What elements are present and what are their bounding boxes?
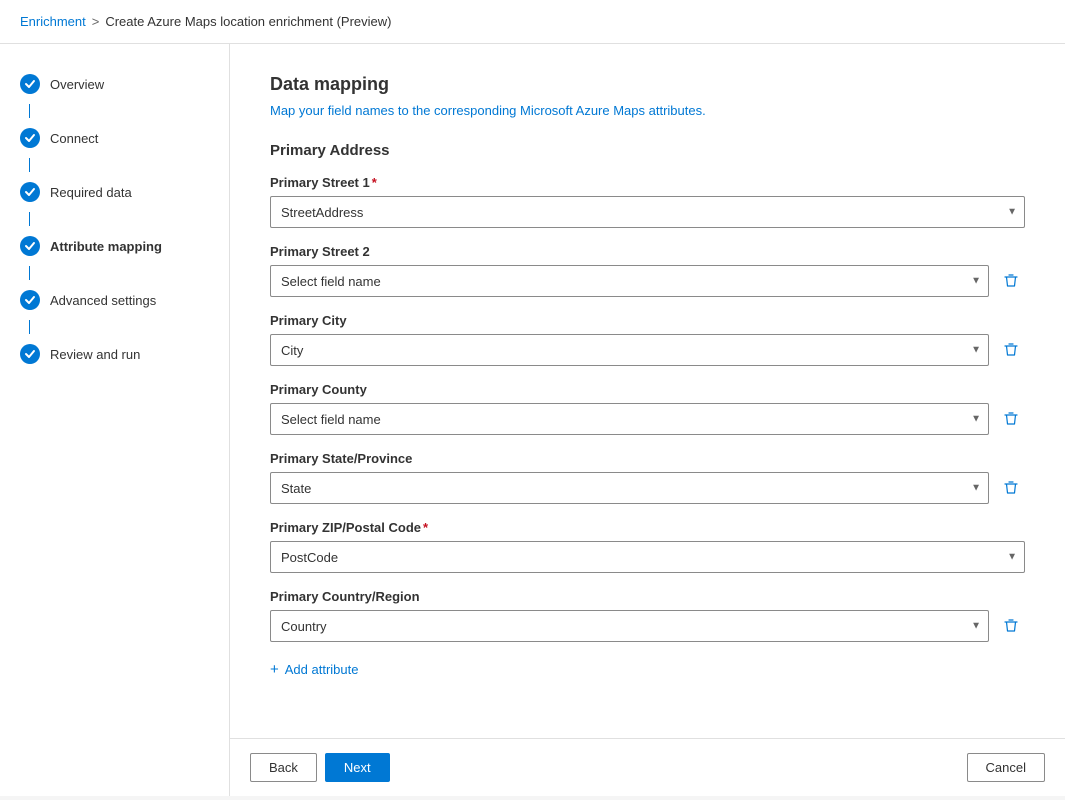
content-scroll: Data mapping Map your field names to the… (230, 44, 1065, 738)
sidebar-advanced-settings-label: Advanced settings (50, 293, 156, 308)
select-primary-street-1[interactable]: StreetAddress (270, 196, 1025, 228)
label-primary-street-1: Primary Street 1 * (270, 175, 1025, 190)
select-wrapper-primary-zip: PostCode ▼ (270, 541, 1025, 573)
delete-primary-city-button[interactable] (997, 336, 1025, 364)
sidebar-item-required-data[interactable]: Required data (0, 172, 229, 212)
footer: Back Next Cancel (230, 738, 1065, 796)
sidebar-item-connect[interactable]: Connect (0, 118, 229, 158)
field-row-primary-county: Select field name ▼ (270, 403, 1025, 435)
select-wrapper-primary-country: Country ▼ (270, 610, 989, 642)
select-primary-city[interactable]: City (270, 334, 989, 366)
field-primary-street-1: Primary Street 1 * StreetAddress ▼ (270, 175, 1025, 228)
field-primary-country: Primary Country/Region Country ▼ (270, 589, 1025, 642)
required-data-check-icon (20, 182, 40, 202)
breadcrumb-parent[interactable]: Enrichment (20, 14, 86, 29)
field-primary-county: Primary County Select field name ▼ (270, 382, 1025, 435)
breadcrumb: Enrichment > Create Azure Maps location … (0, 0, 1065, 44)
field-primary-state: Primary State/Province State ▼ (270, 451, 1025, 504)
select-wrapper-primary-city: City ▼ (270, 334, 989, 366)
sidebar-overview-label: Overview (50, 77, 104, 92)
select-wrapper-primary-county: Select field name ▼ (270, 403, 989, 435)
advanced-settings-check-icon (20, 290, 40, 310)
field-row-primary-city: City ▼ (270, 334, 1025, 366)
field-row-primary-state: State ▼ (270, 472, 1025, 504)
attribute-mapping-check-icon (20, 236, 40, 256)
cancel-button[interactable]: Cancel (967, 753, 1045, 782)
select-primary-county[interactable]: Select field name (270, 403, 989, 435)
review-run-check-icon (20, 344, 40, 364)
field-row-primary-country: Country ▼ (270, 610, 1025, 642)
sidebar-required-data-label: Required data (50, 185, 132, 200)
label-primary-street-2: Primary Street 2 (270, 244, 1025, 259)
plus-icon: + (270, 662, 279, 677)
label-primary-zip: Primary ZIP/Postal Code * (270, 520, 1025, 535)
content-area: Data mapping Map your field names to the… (230, 44, 1065, 796)
connect-check-icon (20, 128, 40, 148)
label-primary-state: Primary State/Province (270, 451, 1025, 466)
add-attribute-label: Add attribute (285, 662, 359, 677)
delete-primary-street-2-button[interactable] (997, 267, 1025, 295)
required-marker-1: * (372, 175, 377, 190)
sidebar-item-advanced-settings[interactable]: Advanced settings (0, 280, 229, 320)
field-row-primary-zip: PostCode ▼ (270, 541, 1025, 573)
primary-address-title: Primary Address (270, 142, 1025, 159)
main-layout: Overview Connect Required data Attribute… (0, 44, 1065, 796)
field-row-primary-street-2: Select field name ▼ (270, 265, 1025, 297)
field-primary-city: Primary City City ▼ (270, 313, 1025, 366)
sidebar-connector-5 (29, 320, 30, 334)
sidebar-review-run-label: Review and run (50, 347, 140, 362)
back-button[interactable]: Back (250, 753, 317, 782)
field-primary-street-2: Primary Street 2 Select field name ▼ (270, 244, 1025, 297)
delete-primary-state-button[interactable] (997, 474, 1025, 502)
label-primary-county: Primary County (270, 382, 1025, 397)
select-primary-country[interactable]: Country (270, 610, 989, 642)
label-primary-city: Primary City (270, 313, 1025, 328)
delete-primary-county-button[interactable] (997, 405, 1025, 433)
footer-left-buttons: Back Next (250, 753, 390, 782)
add-attribute-button[interactable]: + Add attribute (270, 658, 358, 681)
select-primary-state[interactable]: State (270, 472, 989, 504)
page-title: Data mapping (270, 74, 1025, 95)
select-wrapper-primary-state: State ▼ (270, 472, 989, 504)
field-row-primary-street-1: StreetAddress ▼ (270, 196, 1025, 228)
sidebar-item-review-and-run[interactable]: Review and run (0, 334, 229, 374)
sidebar-connector-2 (29, 158, 30, 172)
sidebar-connect-label: Connect (50, 131, 98, 146)
sidebar-connector-1 (29, 104, 30, 118)
breadcrumb-separator: > (92, 14, 100, 29)
sidebar-item-overview[interactable]: Overview (0, 64, 229, 104)
required-marker-zip: * (423, 520, 428, 535)
select-wrapper-primary-street-2: Select field name ▼ (270, 265, 989, 297)
sidebar-connector-4 (29, 266, 30, 280)
sidebar-connector-3 (29, 212, 30, 226)
field-primary-zip: Primary ZIP/Postal Code * PostCode ▼ (270, 520, 1025, 573)
breadcrumb-current: Create Azure Maps location enrichment (P… (105, 14, 391, 29)
select-wrapper-primary-street-1: StreetAddress ▼ (270, 196, 1025, 228)
delete-primary-country-button[interactable] (997, 612, 1025, 640)
sidebar: Overview Connect Required data Attribute… (0, 44, 230, 796)
select-primary-zip[interactable]: PostCode (270, 541, 1025, 573)
label-primary-country: Primary Country/Region (270, 589, 1025, 604)
overview-check-icon (20, 74, 40, 94)
page-description: Map your field names to the correspondin… (270, 103, 1025, 118)
select-primary-street-2[interactable]: Select field name (270, 265, 989, 297)
next-button[interactable]: Next (325, 753, 390, 782)
sidebar-attribute-mapping-label: Attribute mapping (50, 239, 162, 254)
sidebar-item-attribute-mapping[interactable]: Attribute mapping (0, 226, 229, 266)
